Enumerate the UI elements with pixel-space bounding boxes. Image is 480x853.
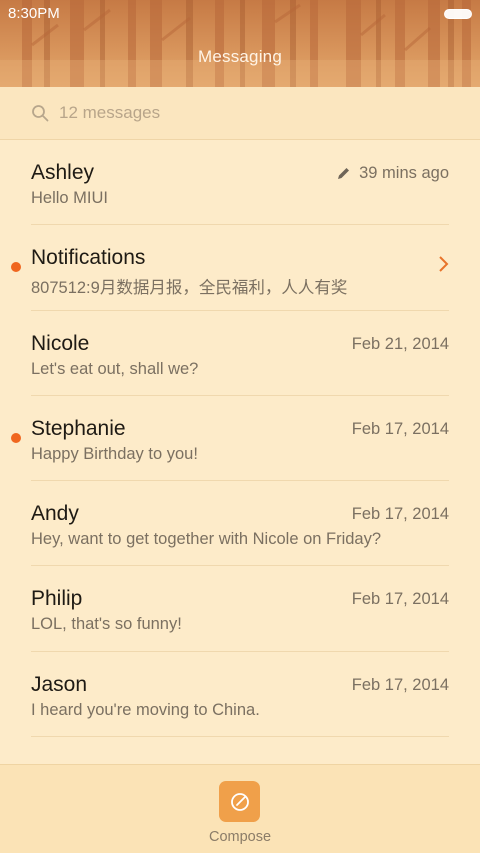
- message-preview: Let's eat out, shall we?: [31, 359, 199, 378]
- message-preview: Hello MIUI: [31, 189, 109, 207]
- message-time: Feb 17, 2014: [351, 590, 449, 609]
- row-divider: [31, 736, 449, 738]
- contact-name: Stephanie: [31, 416, 126, 440]
- compose-label[interactable]: Compose: [0, 829, 480, 845]
- message-time: Feb 17, 2014: [351, 419, 449, 438]
- conversation-row-philip[interactable]: Philip LOL, that's so funny! Feb 17, 201…: [0, 566, 480, 652]
- battery-icon: [444, 9, 472, 19]
- conversation-row-nicole[interactable]: Nicole Let's eat out, shall we? Feb 21, …: [0, 311, 480, 396]
- message-meta: 39 mins ago: [336, 164, 449, 183]
- search-icon: [32, 105, 49, 122]
- page-title: Messaging: [197, 47, 282, 66]
- message-time: 39 mins ago: [359, 164, 449, 182]
- message-preview: LOL, that's so funny!: [31, 615, 182, 634]
- contact-name: Ashley: [31, 161, 95, 184]
- chevron-right-icon: [439, 256, 449, 273]
- forest-background-illustration: [0, 0, 480, 87]
- compose-icon: [230, 792, 249, 811]
- status-bar-time: 8:30PM: [8, 5, 60, 22]
- message-time: Feb 17, 2014: [351, 505, 449, 524]
- unread-dot: [11, 432, 21, 443]
- conversation-list: Ashley Hello MIUI 39 mins ago Notificati…: [0, 140, 480, 738]
- unread-dot: [11, 262, 21, 273]
- message-preview: I heard you're moving to China.: [31, 700, 260, 719]
- compose-button[interactable]: [219, 781, 260, 822]
- bottom-action-bar: Compose: [0, 764, 480, 853]
- contact-name: Jason: [31, 672, 88, 696]
- draft-pencil-icon: [338, 168, 350, 179]
- conversation-row-ashley[interactable]: Ashley Hello MIUI 39 mins ago: [0, 140, 480, 226]
- contact-name: Philip: [31, 587, 83, 611]
- message-preview: Happy Birthday to you!: [31, 444, 198, 463]
- contact-name: Notifications: [31, 246, 146, 270]
- messaging-screen: 8:30PM Messaging 12 messages Ashley Hell…: [0, 0, 480, 853]
- message-time: Feb 17, 2014: [351, 675, 449, 694]
- conversation-row-notifications[interactable]: Notifications 807512:9月数据月报，全民福利，人人有奖: [0, 225, 480, 311]
- contact-name: Nicole: [31, 331, 90, 355]
- conversation-row-jason[interactable]: Jason I heard you're moving to China. Fe…: [0, 652, 480, 738]
- header: 8:30PM Messaging: [0, 0, 480, 87]
- search-placeholder: 12 messages: [59, 103, 161, 122]
- search-bar[interactable]: 12 messages: [0, 87, 480, 140]
- conversation-row-andy[interactable]: Andy Hey, want to get together with Nico…: [0, 481, 480, 567]
- message-preview: 807512:9月数据月报，全民福利，人人有奖: [31, 279, 348, 298]
- message-preview: Hey, want to get together with Nicole on…: [31, 530, 382, 549]
- contact-name: Andy: [31, 502, 79, 526]
- conversation-row-stephanie[interactable]: Stephanie Happy Birthday to you! Feb 17,…: [0, 396, 480, 482]
- message-time: Feb 21, 2014: [351, 334, 449, 353]
